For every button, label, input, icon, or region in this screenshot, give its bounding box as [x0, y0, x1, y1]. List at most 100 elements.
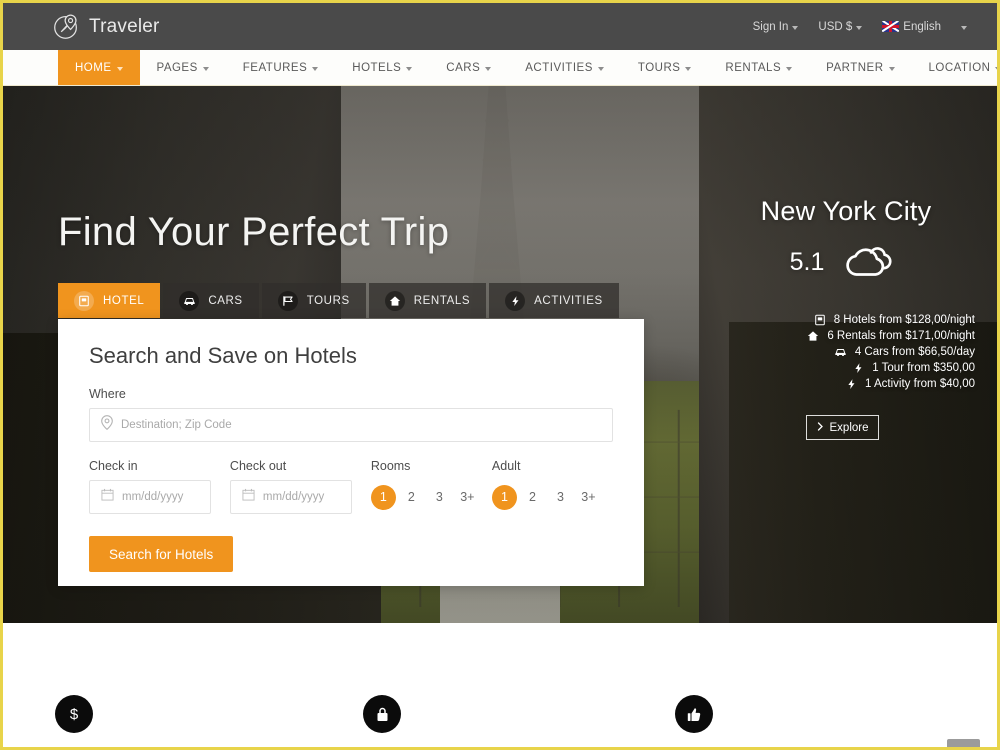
sign-in-button[interactable]: Sign In: [745, 17, 807, 37]
chevron-down-icon: [856, 25, 863, 30]
chevron-down-icon: [202, 66, 209, 71]
hero-title: Find Your Perfect Trip: [58, 210, 450, 254]
feature-item[interactable]: [308, 695, 613, 733]
adult-option-2[interactable]: 2: [520, 485, 545, 510]
nav-item-location[interactable]: LOCATION: [912, 50, 997, 85]
rooms-label: Rooms: [370, 459, 411, 473]
nav-item-rentals[interactable]: RENTALS: [708, 50, 809, 85]
nav-item-activities[interactable]: ACTIVITIES: [508, 50, 621, 85]
features-section: whoritotemplate.com $: [3, 623, 997, 747]
destination-widget: New York City 5.1 8 Hotels from $128,00/…: [695, 196, 997, 440]
checkin-label: Check in: [89, 459, 138, 473]
currency-selector[interactable]: USD $: [810, 17, 870, 37]
search-type-tabs: HOTEL CARS TOURS RENTALS ACTIVITIES: [58, 283, 619, 318]
nav-item-tours[interactable]: TOURS: [621, 50, 709, 85]
rooms-field-group: Rooms 1 2 3 3+: [370, 459, 492, 514]
nav-item-features[interactable]: FEATURES: [226, 50, 336, 85]
bolt-icon: [851, 362, 865, 374]
adult-field-group: Adult 1 2 3 3+: [491, 459, 613, 514]
brand-logo[interactable]: Traveler: [53, 13, 160, 40]
adult-option-3[interactable]: 3: [548, 485, 573, 510]
chevron-down-icon: [312, 66, 319, 71]
explore-label: Explore: [829, 421, 869, 434]
thumbs-up-icon: [675, 695, 713, 733]
tab-label: HOTEL: [103, 294, 145, 307]
cloud-icon: [840, 241, 902, 284]
widget-stat-text: 4 Cars from $66,50/day: [854, 346, 975, 358]
checkout-placeholder: mm/dd/yyyy: [262, 491, 325, 503]
top-extra-menu[interactable]: [953, 20, 975, 34]
nav-item-home[interactable]: HOME: [58, 50, 140, 85]
where-placeholder: Destination; Zip Code: [121, 419, 232, 431]
where-field-group: Where Destination; Zip Code: [89, 387, 613, 442]
explore-button[interactable]: Explore: [806, 415, 879, 440]
checkin-placeholder: mm/dd/yyyy: [122, 491, 184, 503]
calendar-icon: [101, 488, 114, 506]
home-icon: [384, 290, 405, 311]
nav-item-label: ACTIVITIES: [525, 61, 593, 74]
widget-weather: 5.1: [695, 241, 997, 284]
adult-option-3+[interactable]: 3+: [576, 485, 601, 510]
nav-item-label: TOURS: [637, 61, 681, 74]
chevron-right-icon: [817, 421, 824, 434]
rooms-option-2[interactable]: 2: [399, 485, 424, 510]
chevron-down-icon: [485, 66, 492, 71]
bed-icon: [74, 290, 94, 311]
nav-item-hotels[interactable]: HOTELS: [335, 50, 429, 85]
search-panel-title: Search and Save on Hotels: [89, 343, 357, 368]
dollar-icon: $: [55, 695, 93, 733]
feature-item[interactable]: $: [3, 695, 308, 733]
adult-label: Adult: [491, 459, 521, 473]
home-icon: [806, 330, 820, 342]
adult-option-1[interactable]: 1: [491, 484, 517, 510]
tab-cars[interactable]: CARS: [163, 283, 259, 318]
chevron-down-icon: [597, 66, 604, 71]
search-options-row: Check in mm/dd/yyyy Check out mm/dd/yyyy…: [89, 459, 613, 514]
tab-rentals[interactable]: RENTALS: [368, 283, 487, 318]
hero-section: Find Your Perfect Trip HOTEL CARS TOURS REN…: [3, 86, 997, 623]
nav-item-pages[interactable]: PAGES: [140, 50, 226, 85]
rooms-selector: 1 2 3 3+: [370, 480, 492, 514]
widget-stat-row: 4 Cars from $66,50/day: [695, 346, 997, 358]
nav-item-label: FEATURES: [242, 61, 308, 74]
tab-tours[interactable]: TOURS: [261, 283, 366, 318]
search-panel: Search and Save on Hotels Where Destinat…: [58, 319, 644, 586]
lock-icon: [363, 695, 401, 733]
widget-stats-list: 8 Hotels from $128,00/night 6 Rentals fro…: [695, 314, 997, 390]
currency-label: USD $: [818, 20, 853, 33]
svg-text:$: $: [70, 706, 79, 723]
where-input[interactable]: Destination; Zip Code: [89, 408, 613, 442]
checkin-input[interactable]: mm/dd/yyyy: [89, 480, 211, 514]
top-nav: Sign In USD $ English: [745, 17, 975, 37]
chevron-down-icon: [685, 66, 692, 71]
rooms-option-3+[interactable]: 3+: [455, 485, 480, 510]
tab-hotel[interactable]: HOTEL: [58, 283, 161, 318]
tab-activities[interactable]: ACTIVITIES: [489, 283, 619, 318]
nav-item-partner[interactable]: PARTNER: [809, 50, 911, 85]
bed-icon: [813, 314, 827, 326]
widget-stat-row: 8 Hotels from $128,00/night: [695, 314, 997, 326]
car-icon: [179, 290, 200, 311]
chevron-down-icon: [786, 66, 793, 71]
scroll-to-top-button[interactable]: [947, 739, 980, 747]
rooms-option-1[interactable]: 1: [370, 484, 396, 510]
rooms-option-3[interactable]: 3: [427, 485, 452, 510]
nav-item-label: LOCATION: [928, 61, 991, 74]
nav-item-label: PAGES: [156, 61, 198, 74]
language-selector[interactable]: English: [874, 17, 949, 37]
feature-item[interactable]: [613, 695, 918, 733]
chevron-down-icon: [888, 66, 895, 71]
adult-selector: 1 2 3 3+: [491, 480, 613, 514]
checkout-input[interactable]: mm/dd/yyyy: [229, 480, 352, 514]
widget-city-name: New York City: [760, 196, 932, 226]
map-pin-icon: [101, 415, 113, 435]
search-for-hotels-button[interactable]: Search for Hotels: [89, 536, 234, 572]
language-label: English: [903, 20, 941, 33]
uk-flag-icon: [882, 21, 900, 32]
tab-label: TOURS: [306, 294, 350, 307]
calendar-icon: [242, 488, 255, 506]
nav-item-cars[interactable]: CARS: [429, 50, 508, 85]
bolt-icon: [505, 290, 526, 311]
widget-stat-row: 1 Tour from $350,00: [695, 362, 997, 374]
car-icon: [834, 346, 848, 358]
